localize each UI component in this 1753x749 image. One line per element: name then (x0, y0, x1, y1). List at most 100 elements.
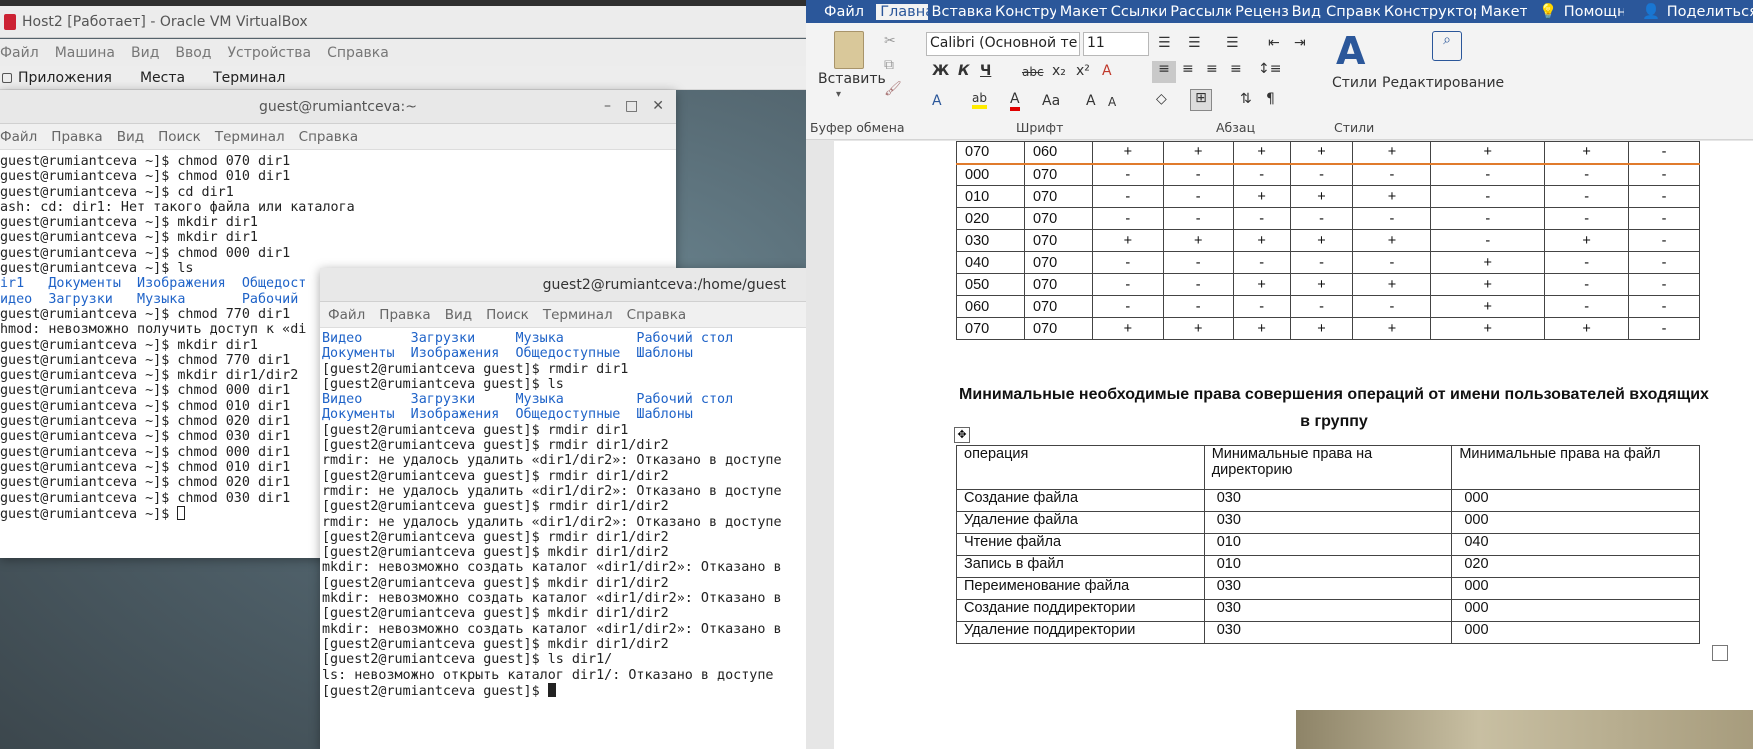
vbox-menu-file[interactable]: Файл (0, 45, 39, 61)
table-cell[interactable]: - (1544, 295, 1630, 318)
align-left-icon[interactable]: ≡ (1152, 61, 1176, 83)
table-cell[interactable]: + (1352, 273, 1432, 296)
term-menu-search[interactable]: Поиск (486, 307, 529, 323)
clear-formatting-icon[interactable]: A (1102, 63, 1112, 79)
tab-mailings[interactable]: Рассылк (1166, 4, 1231, 20)
table-cell[interactable]: - (1628, 185, 1700, 208)
table-cell[interactable]: 070 (1023, 295, 1093, 318)
bold-icon[interactable]: Ж (932, 63, 949, 79)
apps-icon[interactable] (2, 72, 12, 83)
strikethrough-icon[interactable]: abc (1022, 65, 1044, 79)
table-cell[interactable]: 000 (1451, 489, 1700, 512)
table-cell[interactable]: + (1544, 229, 1630, 252)
tab-view[interactable]: Вид (1288, 4, 1323, 20)
tab-design[interactable]: Констру (991, 4, 1056, 20)
paste-icon[interactable] (834, 31, 864, 69)
table-cell[interactable]: 000 (1451, 599, 1700, 622)
table-cell[interactable]: + (1162, 141, 1234, 164)
table-cell[interactable]: + (1352, 317, 1432, 340)
table-cell[interactable]: 030 (1203, 511, 1453, 534)
terminal-window-guest2[interactable]: guest2@rumiantceva:/home/guest Файл Прав… (320, 268, 806, 749)
table-cell[interactable]: + (1289, 185, 1354, 208)
table-cell[interactable]: - (1162, 207, 1234, 230)
vbox-menu-help[interactable]: Справка (327, 45, 389, 61)
term-menu-edit[interactable]: Правка (379, 307, 430, 323)
show-marks-icon[interactable]: ¶ (1266, 91, 1275, 107)
term-menu-search[interactable]: Поиск (158, 129, 201, 145)
vbox-menu-devices[interactable]: Устройства (228, 45, 312, 61)
person-icon[interactable]: 👤 (1638, 3, 1662, 20)
table-resize-handle-icon[interactable] (1712, 645, 1728, 661)
table-cell[interactable]: + (1232, 141, 1291, 164)
table-cell[interactable]: - (1091, 295, 1164, 318)
editing-button[interactable]: Редактирование (1382, 75, 1504, 91)
subscript-icon[interactable]: x₂ (1052, 63, 1066, 79)
table-cell[interactable]: - (1162, 273, 1234, 296)
table-cell[interactable]: 070 (1023, 317, 1093, 340)
terminal-output[interactable]: Видео Загрузки Музыка Рабочий стол Докуме… (320, 328, 806, 749)
table-cell[interactable]: - (1232, 251, 1291, 274)
table-cell[interactable]: 010 (1203, 555, 1453, 578)
shrink-font-icon[interactable]: A (1108, 95, 1116, 109)
table-cell[interactable]: - (1628, 229, 1700, 252)
vbox-menu-input[interactable]: Ввод (175, 45, 211, 61)
table-cell[interactable]: 010 (1203, 533, 1453, 556)
table-cell[interactable]: - (1352, 295, 1432, 318)
table-cell[interactable]: 040 (1451, 533, 1700, 556)
table-cell[interactable]: - (1430, 185, 1546, 208)
table-cell[interactable]: - (1162, 295, 1234, 318)
table-cell[interactable]: + (1091, 317, 1164, 340)
table-cell[interactable]: - (1544, 251, 1630, 274)
tab-references[interactable]: Ссылки (1107, 4, 1166, 20)
table-cell[interactable]: - (1430, 163, 1546, 186)
table-cell[interactable]: + (1289, 141, 1354, 164)
font-size-select[interactable]: 11 (1083, 32, 1149, 56)
align-right-icon[interactable]: ≡ (1206, 61, 1218, 77)
table-cell[interactable]: 070 (1023, 185, 1093, 208)
table-cell[interactable]: + (1544, 141, 1630, 164)
font-color-icon[interactable]: A (1010, 91, 1020, 111)
table-cell[interactable]: - (1352, 207, 1432, 230)
borders-icon[interactable]: ⊞ (1190, 89, 1212, 111)
text-effects-icon[interactable]: A (932, 93, 942, 109)
increase-indent-icon[interactable]: ⇥ (1294, 35, 1306, 51)
term-menu-help[interactable]: Справка (299, 129, 358, 145)
table-cell[interactable]: 000 (1451, 577, 1700, 600)
table-cell[interactable]: - (1232, 295, 1291, 318)
table-cell[interactable]: + (1162, 229, 1234, 252)
term-menu-help[interactable]: Справка (627, 307, 686, 323)
table-cell[interactable]: - (1544, 185, 1630, 208)
table-cell[interactable]: Переименование файла (956, 577, 1205, 600)
table-cell[interactable]: + (1430, 317, 1546, 340)
table-cell[interactable]: 020 (1451, 555, 1700, 578)
align-center-icon[interactable]: ≡ (1182, 61, 1194, 77)
table-cell[interactable]: - (1232, 163, 1291, 186)
tab-help[interactable]: Справк (1322, 4, 1380, 20)
panel-terminal[interactable]: Терминал (213, 70, 285, 86)
table-cell[interactable]: + (1430, 141, 1546, 164)
tab-review[interactable]: Реценз (1231, 4, 1287, 20)
table-cell[interactable]: 070 (1023, 207, 1093, 230)
term-menu-view[interactable]: Вид (445, 307, 472, 323)
table-cell[interactable]: - (1162, 185, 1234, 208)
table-cell[interactable]: - (1352, 163, 1432, 186)
table-cell[interactable]: + (1289, 317, 1354, 340)
paste-button[interactable]: Вставить (818, 71, 886, 87)
minimal-rights-table[interactable]: операция Минимальные права на директорию М… (956, 445, 1700, 644)
table-cell[interactable]: Чтение файла (956, 533, 1205, 556)
table-cell[interactable]: + (1352, 141, 1432, 164)
table-cell[interactable]: 030 (1203, 599, 1453, 622)
underline-icon[interactable]: Ч (980, 63, 991, 79)
table-cell[interactable]: - (1289, 163, 1354, 186)
table-cell[interactable]: - (1628, 163, 1700, 186)
table-cell[interactable]: Удаление файла (956, 511, 1205, 534)
table-cell[interactable]: + (1352, 185, 1432, 208)
italic-icon[interactable]: К (958, 63, 969, 79)
table-header-cell[interactable]: Минимальные права на файл (1451, 445, 1700, 490)
permissions-table[interactable]: 070 060 + + + + + + + -000 070- - - - - - - -010 070- - + + + -… (956, 141, 1700, 340)
table-header-cell[interactable]: Минимальные права на директорию (1203, 445, 1453, 490)
table-cell[interactable]: + (1091, 141, 1164, 164)
tab-tell-me[interactable]: Помощн (1560, 4, 1625, 20)
table-cell[interactable]: + (1091, 229, 1164, 252)
table-cell[interactable]: + (1232, 273, 1291, 296)
